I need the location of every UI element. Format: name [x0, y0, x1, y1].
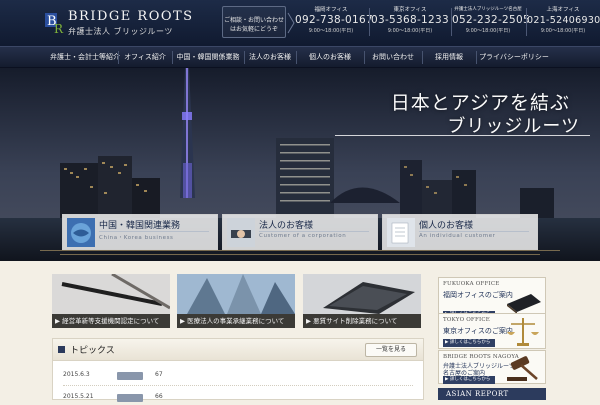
brand-name: BRIDGE ROOTS	[68, 9, 194, 24]
hero-underline	[335, 135, 590, 136]
contact-prompt[interactable]: ご相談・お問い合わせ はお気軽にどうぞ	[222, 6, 286, 38]
pen-image	[52, 274, 170, 314]
topics-panel: トピックス 一覧を見る 2015.6.3 67 2015.5.21 66	[52, 338, 424, 402]
office-phone: 092-738-0167	[295, 14, 373, 26]
divider	[99, 231, 209, 232]
side-box-label: TOKYO OFFICE	[443, 317, 490, 323]
divider	[259, 231, 369, 232]
topics-header: トピックス 一覧を見る	[53, 339, 423, 361]
brand-subtitle: 弁護士法人 ブリッジルーツ	[68, 27, 173, 36]
office-hours: 9:00～18:00(平日)	[540, 28, 586, 34]
logo-mark-icon: B R	[45, 13, 64, 35]
banner-management-innovation[interactable]: ▶ 経営革新等支援機関認定について	[52, 274, 170, 329]
documents-image	[387, 218, 415, 247]
banner-caption: ▶ 経営革新等支援機関認定について	[52, 314, 170, 328]
service-title: 法人のお客様	[259, 221, 314, 231]
nav-item-contact[interactable]: お問い合わせ	[366, 47, 420, 68]
buildings-image	[177, 274, 295, 314]
office-name: 東京オフィス	[393, 7, 427, 13]
laptop-image	[303, 274, 421, 314]
topic-row[interactable]: 2015.5.21 66	[63, 391, 413, 405]
nav-item-office[interactable]: オフィス紹介	[120, 47, 170, 68]
nav-item-individual[interactable]: 個人のお客様	[298, 47, 362, 68]
service-subtitle: Customer of a corporation	[259, 233, 347, 239]
asian-report-header[interactable]: ASIAN REPORT	[438, 388, 546, 400]
main-nav: 弁護士・会計士等紹介 オフィス紹介 中国・韓国関係業務 法人のお客様 個人のお客…	[0, 46, 600, 68]
nav-item-privacy[interactable]: プライバシーポリシー	[478, 47, 550, 68]
nav-item-recruit[interactable]: 採用情報	[424, 47, 474, 68]
nav-item-staff[interactable]: 弁護士・会計士等紹介	[50, 47, 120, 68]
divider	[364, 51, 365, 64]
details-link[interactable]: ▶ 詳しくはこちらから	[443, 339, 495, 347]
divider	[476, 51, 477, 64]
divider	[172, 51, 173, 64]
office-name: 上海オフィス	[546, 7, 580, 13]
service-subtitle: An individual customer	[419, 233, 496, 239]
office-hours: 9:00～18:00(平日)	[465, 28, 511, 34]
divider	[63, 385, 413, 386]
nav-item-china-korea[interactable]: 中国・韓国関係業務	[174, 47, 242, 68]
office-nagoya[interactable]: 弁護士法人ブリッジルーツ名古屋 052-232-2505 9:00～18:00(…	[452, 6, 530, 38]
globe-image	[67, 218, 95, 247]
category-badge	[117, 394, 143, 402]
topic-row[interactable]: 2015.6.3 67	[63, 369, 413, 383]
topic-date: 2015.5.21	[63, 393, 94, 400]
office-phone: 03-5368-1233	[371, 14, 449, 26]
service-card-individual[interactable]: 個人のお客様 An individual customer	[382, 214, 538, 250]
scales-image	[507, 318, 539, 346]
divider	[118, 51, 119, 64]
office-phone: 052-232-2505	[452, 14, 530, 26]
nav-item-corporate[interactable]: 法人のお客様	[246, 47, 294, 68]
side-box-label: FUKUOKA OFFICE	[443, 281, 500, 287]
banner-caption: ▶ 悪質サイト削除業務について	[303, 314, 421, 328]
topic-text: 66	[155, 393, 163, 400]
chevron-right-icon	[287, 12, 295, 34]
divider	[296, 51, 297, 64]
view-all-button[interactable]: 一覧を見る	[365, 343, 417, 357]
service-title: 中国・韓国関連業務	[99, 221, 181, 231]
topics-title: トピックス	[70, 346, 115, 356]
service-title: 個人のお客様	[419, 221, 474, 231]
hero-banner: 日本とアジアを結ぶ ブリッジルーツ 中国・韓国関連業務 China・Korea …	[0, 68, 600, 261]
office-phone: 021-52406930	[527, 15, 600, 26]
handshake-image	[227, 218, 255, 247]
topic-text: 67	[155, 371, 163, 378]
category-badge	[117, 372, 143, 380]
service-card-china-korea[interactable]: 中国・韓国関連業務 China・Korea business	[62, 214, 218, 250]
details-link[interactable]: ▶ 詳しくはこちらから	[443, 376, 495, 384]
site-header: B R BRIDGE ROOTS 弁護士法人 ブリッジルーツ ご相談・お問い合わ…	[0, 0, 600, 46]
service-card-corporate[interactable]: 法人のお客様 Customer of a corporation	[222, 214, 378, 250]
divider	[419, 231, 529, 232]
divider	[369, 8, 370, 36]
banner-caption: ▶ 医療法人の事業承継業務について	[177, 314, 295, 328]
svg-text:R: R	[54, 22, 64, 35]
banner-malicious-site[interactable]: ▶ 悪質サイト削除業務について	[303, 274, 421, 329]
contact-line-1: ご相談・お問い合わせ	[223, 17, 284, 24]
office-fukuoka[interactable]: 福岡オフィス 092-738-0167 9:00～18:00(平日)	[295, 6, 373, 38]
office-hours: 9:00～18:00(平日)	[387, 28, 433, 34]
topic-date: 2015.6.3	[63, 371, 90, 378]
side-box-nagoya[interactable]: BRIDGE ROOTS NAGOYA 弁護士法人ブリッジルーツ 名古屋のご案内…	[438, 350, 546, 384]
office-name: 弁護士法人ブリッジルーツ名古屋	[454, 7, 522, 12]
office-shanghai[interactable]: 上海オフィス 021-52406930 9:00～18:00(平日)	[527, 6, 600, 38]
square-bullet-icon	[58, 346, 65, 353]
divider	[422, 51, 423, 64]
service-subtitle: China・Korea business	[99, 235, 174, 241]
banner-medical-succession[interactable]: ▶ 医療法人の事業承継業務について	[177, 274, 295, 329]
hero-headline-1: 日本とアジアを結ぶ	[390, 92, 570, 114]
office-name: 福岡オフィス	[314, 7, 348, 13]
office-hours: 9:00～18:00(平日)	[308, 28, 354, 34]
side-box-tokyo[interactable]: TOKYO OFFICE 東京オフィスのご案内 ▶ 詳しくはこちらから	[438, 313, 546, 349]
divider	[244, 51, 245, 64]
contact-line-2: はお気軽にどうぞ	[229, 26, 278, 33]
logo[interactable]: B R BRIDGE ROOTS 弁護士法人 ブリッジルーツ	[44, 9, 192, 39]
office-tokyo[interactable]: 東京オフィス 03-5368-1233 9:00～18:00(平日)	[371, 6, 449, 38]
gavel-image	[507, 356, 538, 381]
